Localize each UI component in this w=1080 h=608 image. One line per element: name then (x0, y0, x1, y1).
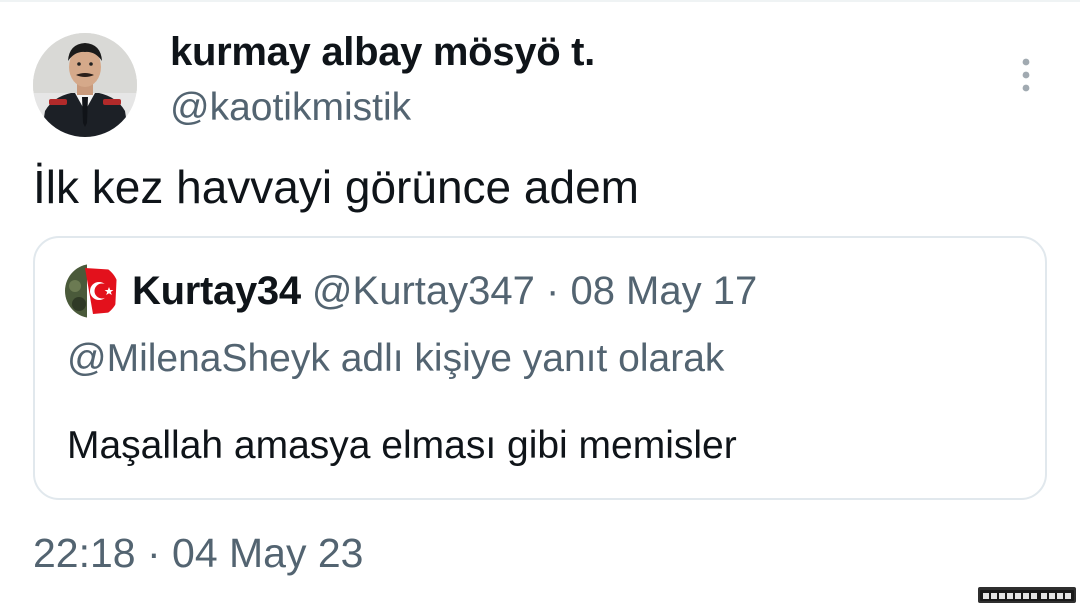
reply-mention-link[interactable]: @MilenaSheyk (67, 337, 330, 380)
author-avatar[interactable] (33, 33, 137, 137)
top-divider (0, 0, 1080, 2)
author-display-name[interactable]: kurmay albay mösyö t. (170, 30, 595, 75)
quoted-tweet-header: Kurtay34 @Kurtay347 · 08 May 17 (132, 269, 757, 314)
quoted-tweet-date[interactable]: 08 May 17 (570, 269, 757, 313)
author-handle[interactable]: @kaotikmistik (170, 86, 411, 130)
tweet-timestamp[interactable]: 22:18 · 04 May 23 (33, 530, 363, 577)
quoted-tweet-card[interactable]: Kurtay34 @Kurtay347 · 08 May 17 @MilenaS… (33, 236, 1047, 500)
site-watermark-logo (978, 587, 1076, 603)
reply-context-text: adlı kişiye yanıt olarak (340, 337, 725, 380)
reply-context: @MilenaSheyk adlı kişiye yanıt olarak (67, 337, 724, 381)
quoted-author-handle[interactable]: @Kurtay347 (312, 269, 535, 313)
quoted-author-display-name[interactable]: Kurtay34 (132, 269, 301, 313)
quoted-author-avatar[interactable] (65, 264, 119, 318)
profile-photo-officer-icon (33, 33, 137, 137)
meta-separator: · (546, 269, 560, 313)
quoted-tweet-text: Maşallah amasya elması gibi memisler (67, 424, 737, 467)
more-vertical-icon[interactable] (1016, 58, 1036, 94)
tweet-text: İlk kez havvayi görünce adem (33, 161, 639, 213)
profile-photo-flag-icon (65, 264, 119, 318)
